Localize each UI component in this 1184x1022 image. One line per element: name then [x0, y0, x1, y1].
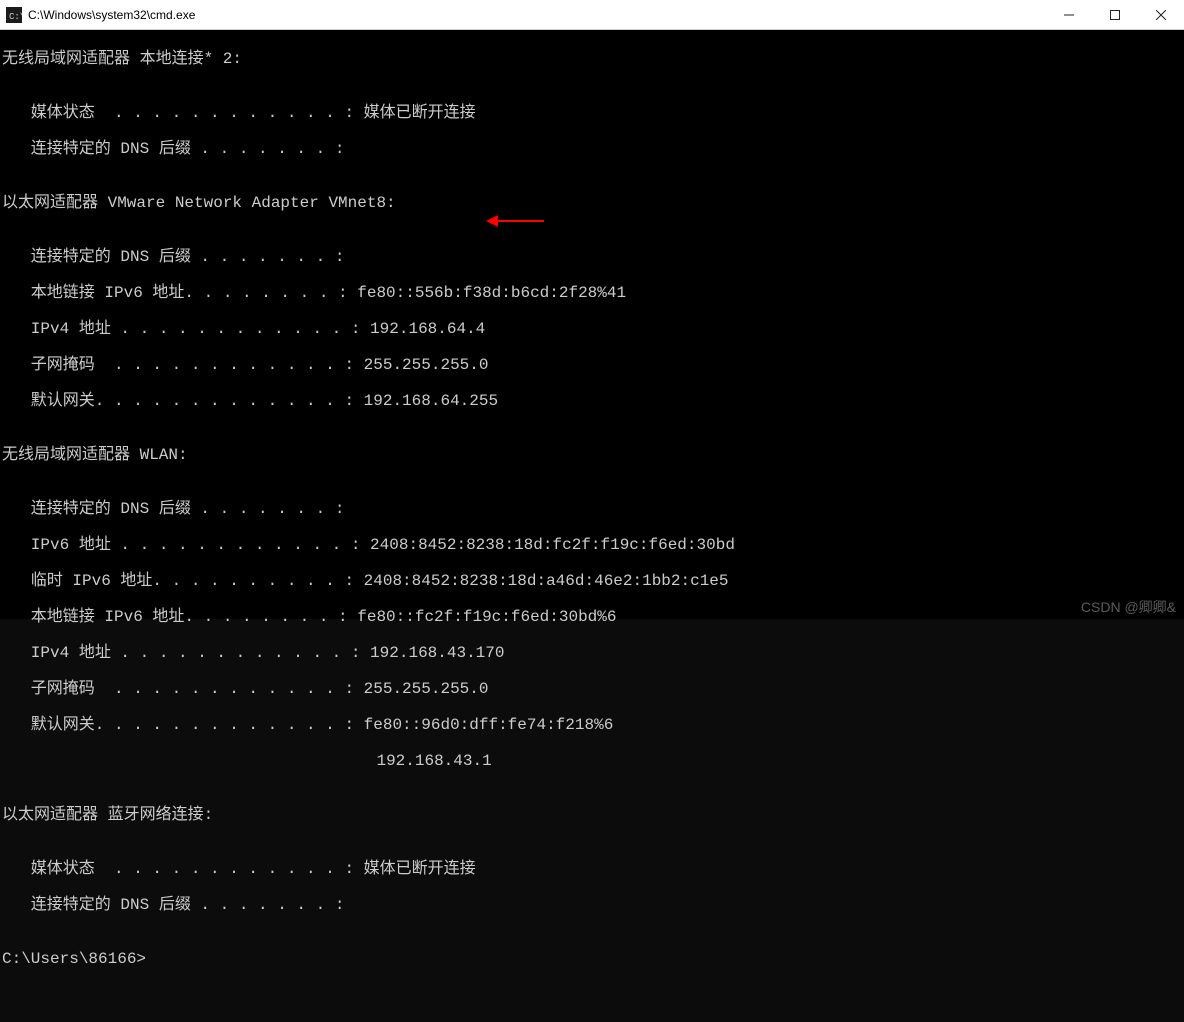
output-line: 默认网关. . . . . . . . . . . . . : fe80::96…: [2, 716, 1184, 734]
output-line: 连接特定的 DNS 后缀 . . . . . . . :: [2, 500, 1184, 518]
output-line: 连接特定的 DNS 后缀 . . . . . . . :: [2, 248, 1184, 266]
output-line: 临时 IPv6 地址. . . . . . . . . . : 2408:845…: [2, 572, 1184, 590]
output-line: 192.168.43.1: [2, 752, 1184, 770]
watermark-text: CSDN @卿卿&: [1081, 597, 1176, 617]
close-button[interactable]: [1138, 0, 1184, 29]
svg-text:C:\: C:\: [9, 12, 22, 22]
annotation-arrow-icon: [486, 212, 546, 230]
output-line: 媒体状态 . . . . . . . . . . . . : 媒体已断开连接: [2, 860, 1184, 878]
output-line: 媒体状态 . . . . . . . . . . . . : 媒体已断开连接: [2, 104, 1184, 122]
window-titlebar: C:\ C:\Windows\system32\cmd.exe: [0, 0, 1184, 30]
output-line: 本地链接 IPv6 地址. . . . . . . . : fe80::fc2f…: [2, 608, 1184, 626]
output-line: 连接特定的 DNS 后缀 . . . . . . . :: [2, 896, 1184, 914]
output-line: 无线局域网适配器 本地连接* 2:: [2, 50, 1184, 68]
output-line: 以太网适配器 蓝牙网络连接:: [2, 806, 1184, 824]
prompt-line: C:\Users\86166>: [2, 950, 1184, 968]
output-line: IPv6 地址 . . . . . . . . . . . . : 2408:8…: [2, 536, 1184, 554]
terminal-output[interactable]: 无线局域网适配器 本地连接* 2: 媒体状态 . . . . . . . . .…: [0, 30, 1184, 619]
output-line: 子网掩码 . . . . . . . . . . . . : 255.255.2…: [2, 356, 1184, 374]
minimize-button[interactable]: [1046, 0, 1092, 29]
maximize-button[interactable]: [1092, 0, 1138, 29]
output-line: IPv4 地址 . . . . . . . . . . . . : 192.16…: [2, 644, 1184, 662]
output-line: 默认网关. . . . . . . . . . . . . : 192.168.…: [2, 392, 1184, 410]
output-line: 无线局域网适配器 WLAN:: [2, 446, 1184, 464]
output-line: 连接特定的 DNS 后缀 . . . . . . . :: [2, 140, 1184, 158]
output-line: 子网掩码 . . . . . . . . . . . . : 255.255.2…: [2, 680, 1184, 698]
output-line: 本地链接 IPv6 地址. . . . . . . . : fe80::556b…: [2, 284, 1184, 302]
output-line: IPv4 地址 . . . . . . . . . . . . : 192.16…: [2, 320, 1184, 338]
output-line: 以太网适配器 VMware Network Adapter VMnet8:: [2, 194, 1184, 212]
cmd-icon: C:\: [6, 7, 22, 23]
window-title: C:\Windows\system32\cmd.exe: [28, 8, 1046, 22]
window-controls: [1046, 0, 1184, 29]
